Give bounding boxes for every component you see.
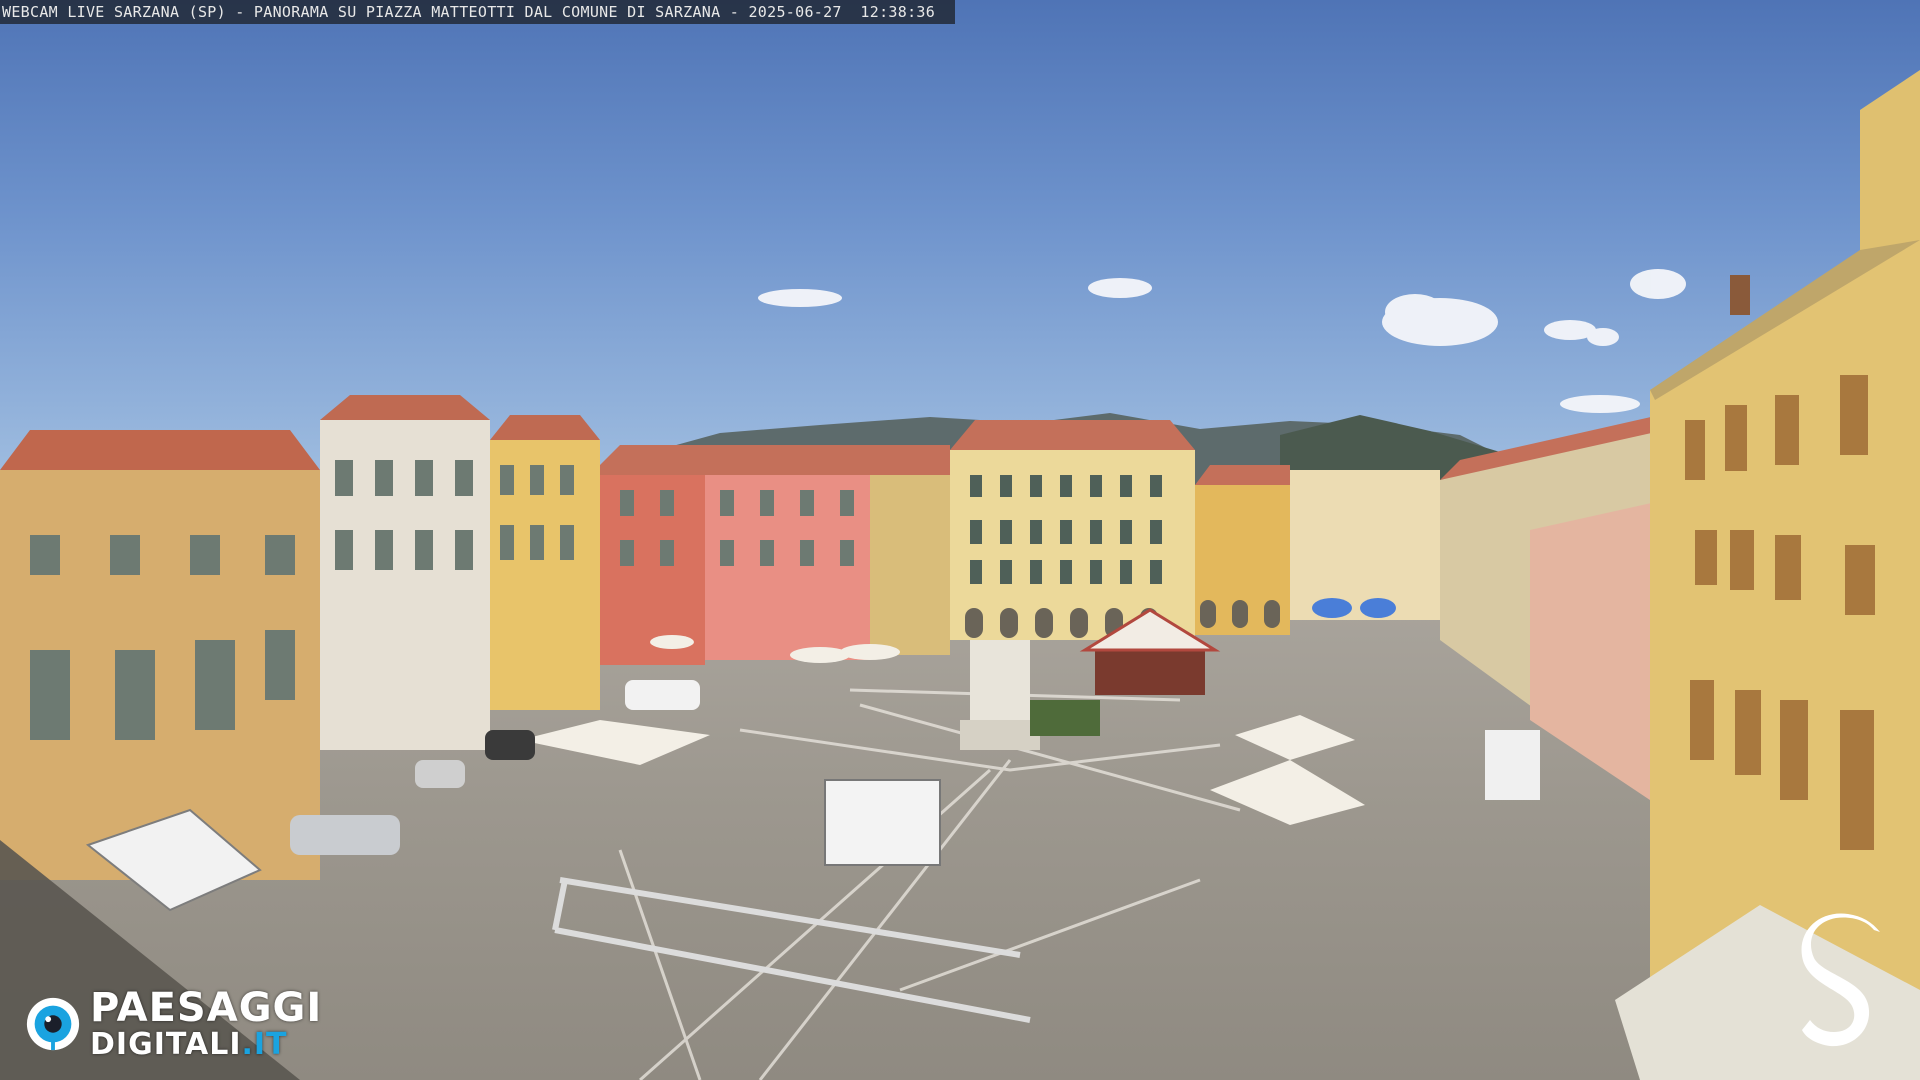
logo-brand-tld: .IT [241,1027,288,1062]
webcam-caption: WEBCAM LIVE SARZANA (SP) - PANORAMA SU P… [0,0,956,24]
logo-brand-line1: PAESAGGI [90,985,323,1031]
pavement-lines [618,688,1241,1080]
monument [960,640,1100,750]
stylized-s-icon [1801,913,1880,1047]
logo-brand-main: DIGITALI [90,1027,242,1062]
piazza-scene [0,70,1920,1080]
stage-truss [552,877,1031,1023]
camera-lens-icon [26,997,80,1051]
clouds [758,269,1686,413]
paesaggi-digitali-logo: PAESAGGI DIGITALI.IT [24,988,322,1060]
logo-text: PAESAGGI DIGITALI.IT [90,988,322,1060]
webcam-frame: WEBCAM LIVE SARZANA (SP) - PANORAMA SU P… [0,0,1920,1080]
left-buildings [0,395,950,880]
right-street-buildings [1440,415,1665,810]
logo-brand-line2: DIGITALI.IT [90,1030,322,1060]
